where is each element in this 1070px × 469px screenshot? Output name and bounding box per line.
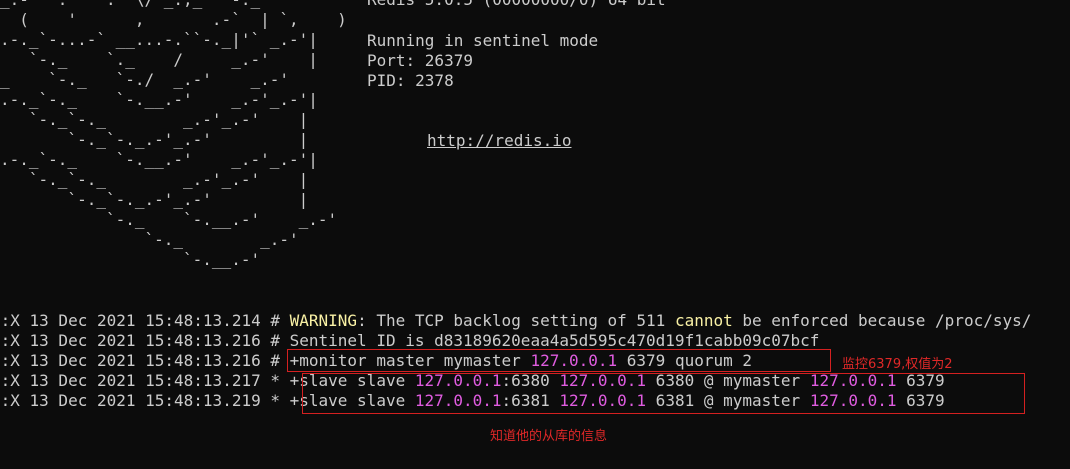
pid-line: PID: 2378 [367,71,454,90]
monitor-highlight-box [287,349,831,372]
log-segment: : The TCP backlog setting of 511 [357,311,675,330]
log-line: 3:X 13 Dec 2021 15:48:13.214 # WARNING: … [0,311,1031,331]
monitor-annotation: 监控6379,权值为2 [842,357,953,372]
log-segment: be enforced because /proc/sys/ [732,311,1032,330]
redis-ascii-logo: _.-"``. .``\/ _.,_ ''-._ ( ' , .-` | `, … [0,0,347,269]
log-segment: WARNING [289,311,358,330]
mode-line: Running in sentinel mode [367,31,599,50]
terminal-window[interactable]: _.-"``. .``\/ _.,_ ''-._ ( ' , .-` | `, … [0,0,1070,469]
log-segment: 3:X 13 Dec 2021 15:48:13.216 # Sentinel … [0,331,820,350]
log-line: 3:X 13 Dec 2021 15:48:13.216 # Sentinel … [0,331,819,351]
slave-highlight-box [302,373,1025,414]
log-segment: cannot [674,311,733,330]
version-line: Redis 5.0.5 (00000000/0) 64 bit [367,0,666,10]
log-segment: 3:X 13 Dec 2021 15:48:13.214 # [0,311,290,330]
slave-annotation: 知道他的从库的信息 [490,429,608,444]
redis-link[interactable]: http://redis.io [427,131,572,151]
port-line: Port: 26379 [367,51,473,70]
